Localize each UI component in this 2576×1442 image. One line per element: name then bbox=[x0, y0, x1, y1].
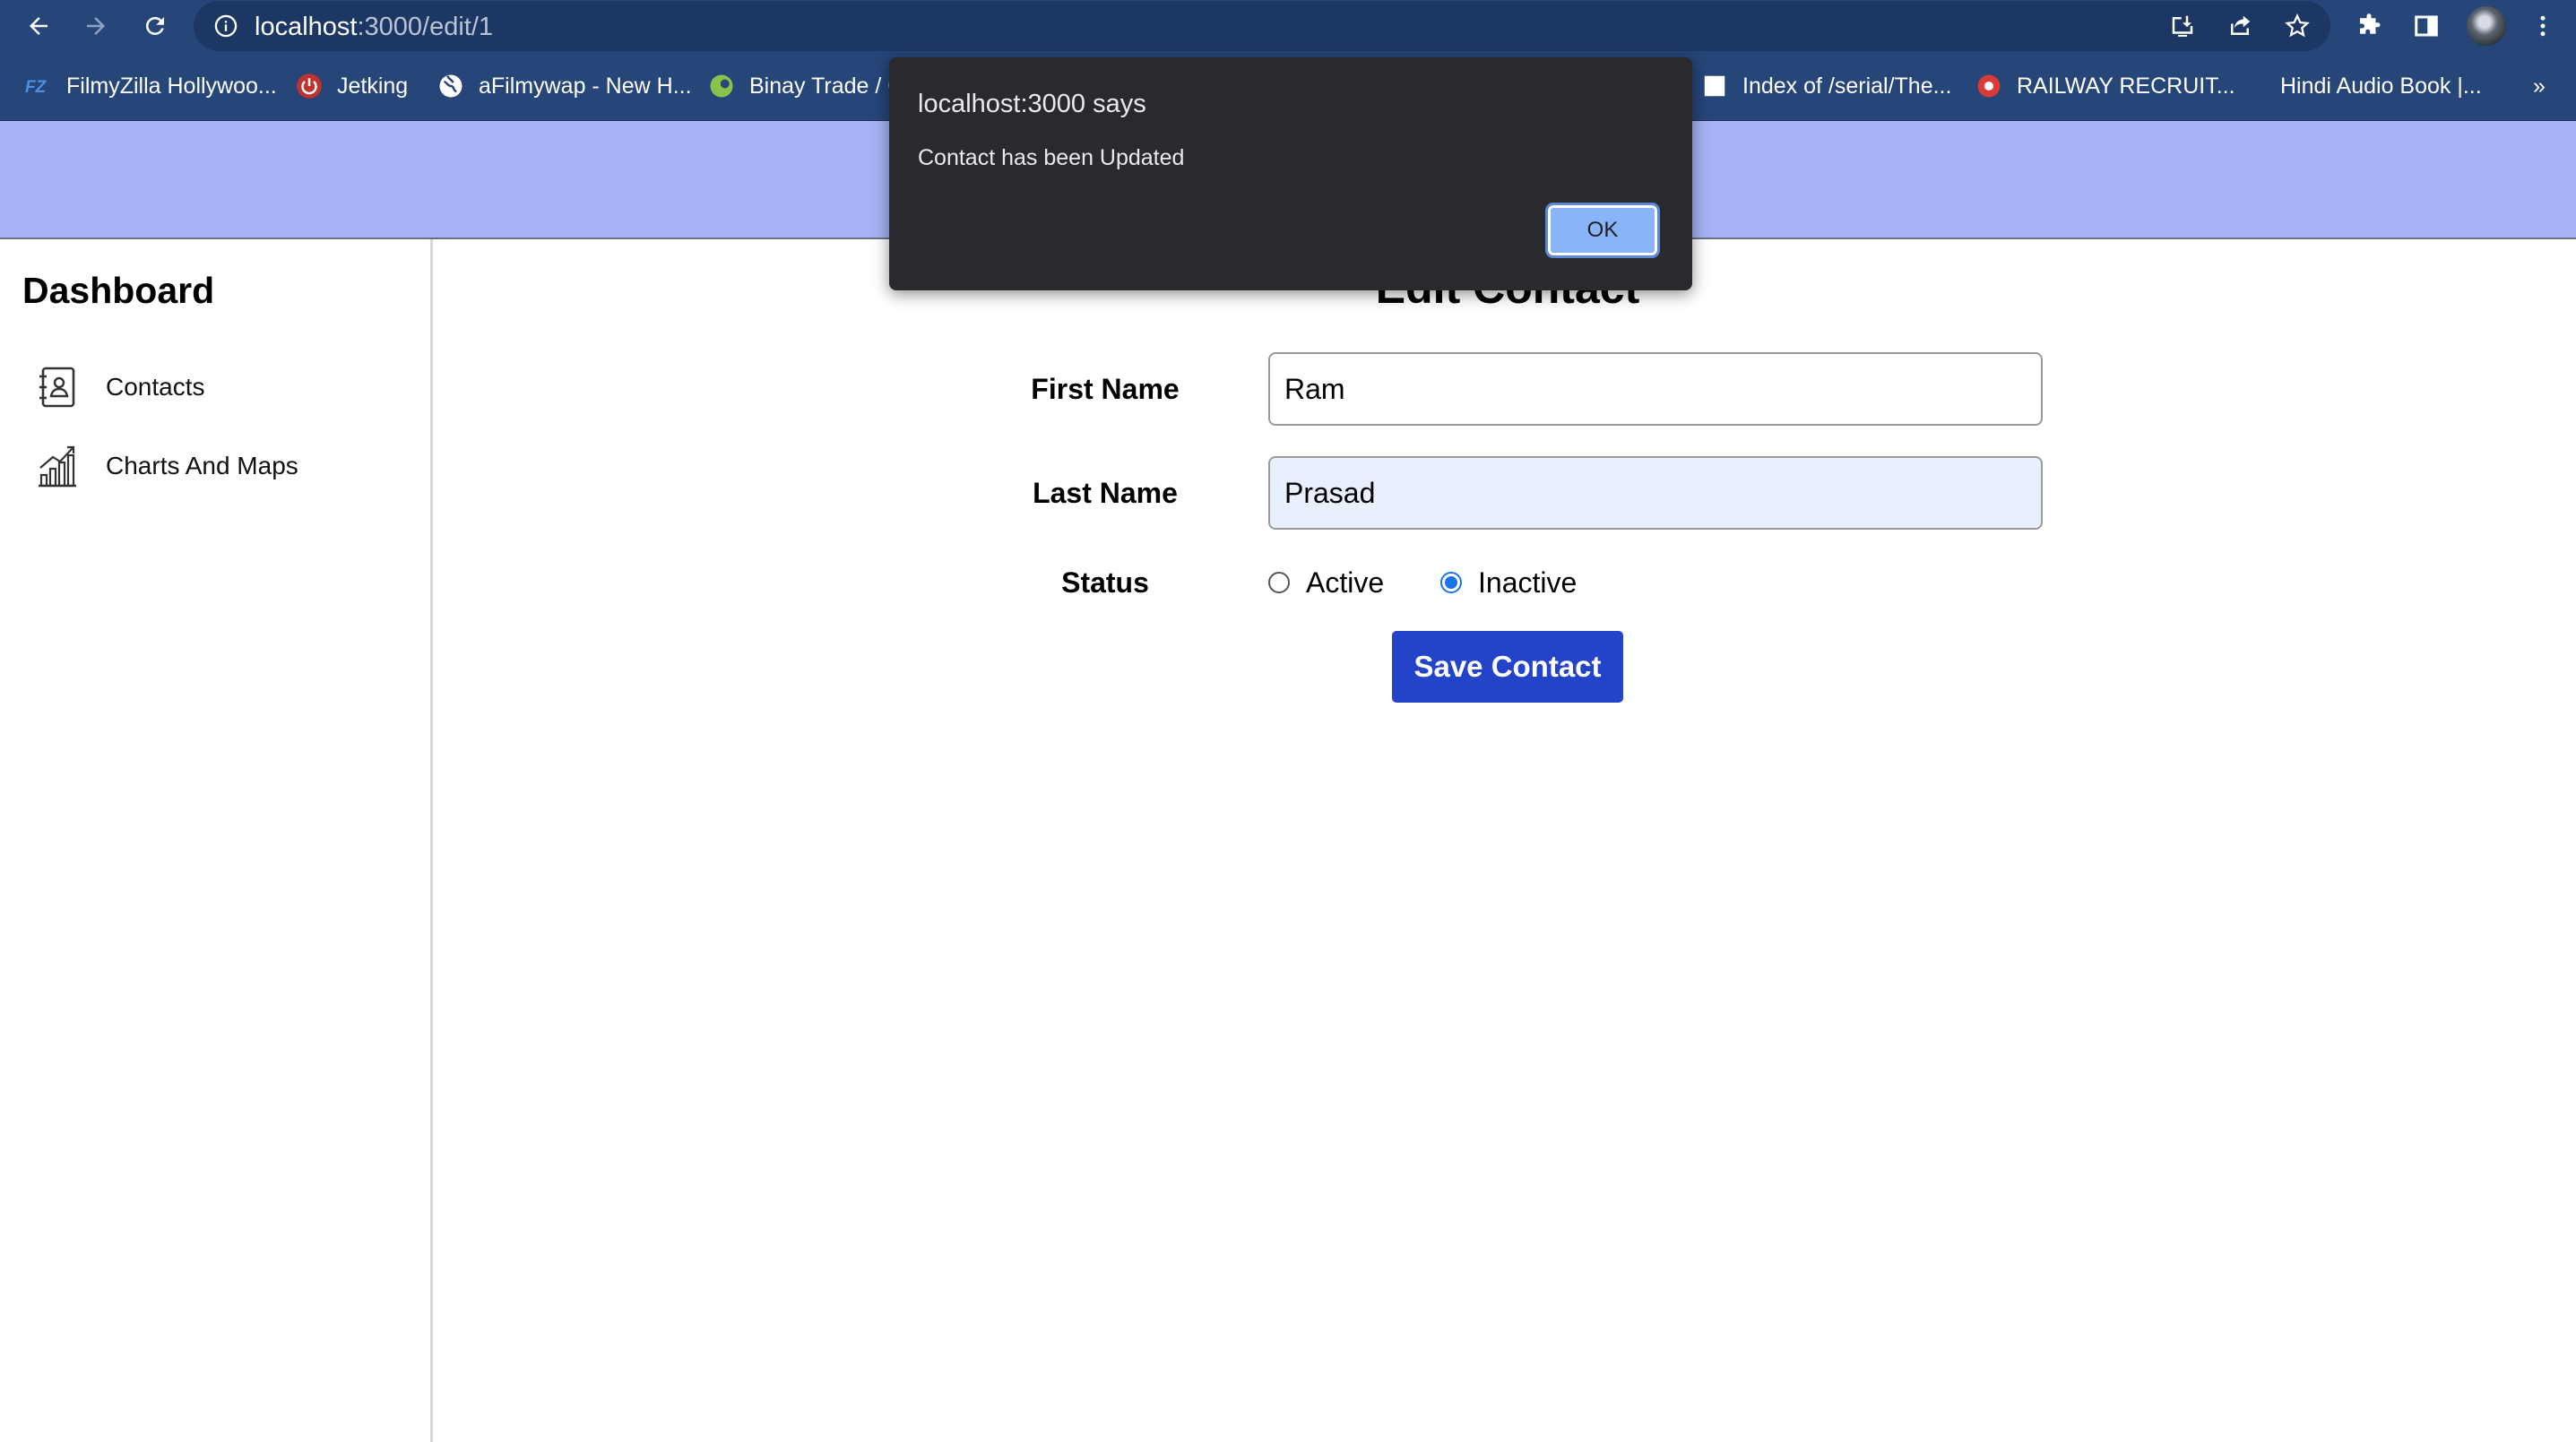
forward-arrow-icon bbox=[87, 17, 105, 35]
download-screen-icon bbox=[2172, 15, 2193, 37]
info-icon[interactable] bbox=[213, 13, 238, 39]
railway-logo-icon bbox=[1975, 73, 2002, 99]
address-bar[interactable]: localhost:3000/edit/1 bbox=[194, 1, 2330, 51]
bookmark-label: FilmyZilla Hollywoo... bbox=[66, 73, 277, 99]
bookmarks-overflow-button[interactable]: » bbox=[2533, 70, 2546, 102]
binay-logo-icon bbox=[708, 73, 735, 99]
status-label: Status bbox=[1061, 566, 1149, 599]
fz-logo-icon: FZ bbox=[25, 73, 52, 99]
star-icon bbox=[2285, 13, 2310, 38]
profile-avatar[interactable] bbox=[2467, 6, 2506, 46]
bookmark-label: Index of /serial/The... bbox=[1742, 73, 1952, 99]
sidebar-item-contacts[interactable]: Contacts bbox=[36, 362, 205, 412]
ok-button[interactable]: OK bbox=[1545, 203, 1660, 258]
alert-dialog: localhost:3000 says Contact has been Upd… bbox=[889, 57, 1692, 290]
globe-icon bbox=[437, 73, 464, 99]
bookmark-label: Jetking bbox=[337, 73, 409, 99]
share-button[interactable] bbox=[2223, 9, 2257, 43]
dialog-title: localhost:3000 says bbox=[918, 90, 1146, 118]
reload-button[interactable] bbox=[136, 7, 174, 45]
reload-icon bbox=[145, 16, 164, 35]
chevron-double-right-icon: » bbox=[2533, 73, 2546, 99]
save-contact-button[interactable]: Save Contact bbox=[1392, 631, 1623, 703]
share-icon bbox=[2231, 15, 2251, 35]
bookmark-index-serial[interactable]: Index of /serial/The... bbox=[1701, 70, 1951, 102]
side-panel-button[interactable] bbox=[2409, 9, 2443, 43]
last-name-label: Last Name bbox=[1033, 477, 1178, 509]
contacts-book-icon bbox=[36, 366, 79, 409]
bookmark-filmyzilla[interactable]: FZ FilmyZilla Hollywoo... bbox=[25, 70, 277, 102]
bookmark-jetking[interactable]: Jetking bbox=[296, 70, 408, 102]
back-button[interactable] bbox=[20, 7, 57, 45]
bookmark-label: Hindi Audio Book |... bbox=[2280, 73, 2482, 99]
forward-button[interactable] bbox=[77, 7, 115, 45]
kebab-menu-icon bbox=[2540, 15, 2546, 37]
puzzle-icon bbox=[2360, 13, 2381, 34]
extensions-button[interactable] bbox=[2352, 9, 2386, 43]
radio-label: Active bbox=[1306, 566, 1385, 599]
first-name-label: First Name bbox=[1031, 373, 1180, 405]
bookmark-label: RAILWAY RECRUIT... bbox=[2017, 73, 2235, 99]
url-path: :3000/edit/1 bbox=[357, 13, 494, 41]
bookmark-label: Binay Trade / C bbox=[749, 73, 904, 99]
browser-toolbar: localhost:3000/edit/1 bbox=[0, 0, 2576, 52]
bookmark-afilmywap[interactable]: aFilmywap - New H... bbox=[437, 70, 692, 102]
status-option-active[interactable]: Active bbox=[1268, 563, 1384, 602]
power-icon bbox=[296, 73, 323, 99]
browser-menu-button[interactable] bbox=[2526, 9, 2560, 43]
install-app-button[interactable] bbox=[2165, 9, 2200, 43]
dialog-message: Contact has been Updated bbox=[918, 145, 1185, 170]
sidebar-item-charts-and-maps[interactable]: Charts And Maps bbox=[36, 441, 298, 491]
sidebar-item-label: Contacts bbox=[106, 373, 205, 401]
sidebar-title: Dashboard bbox=[22, 270, 215, 311]
bookmark-label: aFilmywap - New H... bbox=[479, 73, 692, 99]
url-text[interactable]: localhost:3000/edit/1 bbox=[255, 13, 493, 42]
radio-label: Inactive bbox=[1478, 566, 1578, 599]
sidebar-item-label: Charts And Maps bbox=[106, 452, 298, 479]
bookmark-star-button[interactable] bbox=[2280, 9, 2314, 43]
first-name-field[interactable] bbox=[1268, 352, 2043, 426]
inactive-radio[interactable] bbox=[1440, 572, 1462, 593]
url-host: localhost bbox=[255, 13, 358, 41]
svg-text:FZ: FZ bbox=[25, 78, 48, 97]
side-panel-icon bbox=[2415, 15, 2438, 37]
back-arrow-icon bbox=[30, 17, 48, 35]
blank-page-icon bbox=[1701, 73, 1728, 99]
active-radio[interactable] bbox=[1268, 572, 1290, 593]
bar-chart-icon bbox=[36, 445, 79, 488]
bookmark-hindi-audio-book[interactable]: Hindi Audio Book |... bbox=[2280, 70, 2482, 102]
bookmark-railway[interactable]: RAILWAY RECRUIT... bbox=[1975, 70, 2235, 102]
status-option-inactive[interactable]: Inactive bbox=[1440, 563, 1577, 602]
last-name-field[interactable] bbox=[1268, 456, 2043, 530]
sidebar: Dashboard Contacts Charts And Maps bbox=[0, 239, 433, 1442]
bookmark-binay-trade[interactable]: Binay Trade / C bbox=[708, 70, 903, 102]
